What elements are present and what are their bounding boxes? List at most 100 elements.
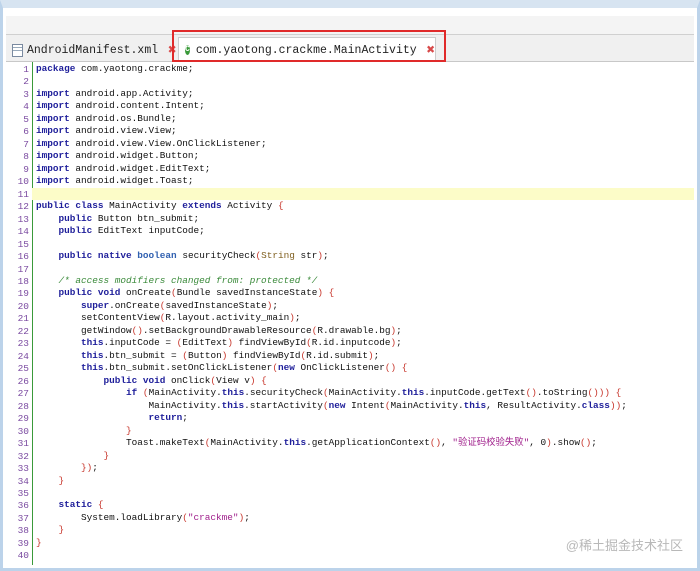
code-line: public Button btn_submit; [36,213,694,225]
code-line: static { [36,499,694,511]
code-token: import [36,175,70,187]
line-number: 17 [17,263,29,275]
code-token: { [97,499,104,511]
code-line: import android.widget.EditText; [36,163,694,175]
code-line: public void onClick(View v) { [36,375,694,387]
code-line: import android.content.Intent; [36,100,694,112]
line-number: 4 [23,101,29,113]
code-line: } [36,425,694,437]
code-token: import [36,125,70,137]
code-token: this [81,337,104,349]
line-number: 25 [17,363,29,375]
code-token: return [148,412,183,424]
code-token: public native [58,250,132,262]
code-token: EditText [182,337,228,349]
code-token: R.drawable.bg [317,324,391,336]
code-token: String [261,250,295,262]
line-number: 10 [17,176,29,188]
watermark: @稀土掘金技术社区 [565,538,683,553]
code-token: )) [609,399,622,411]
code-token: .inputCode.getText [424,387,526,399]
line-number: 19 [17,288,29,300]
code-token: ; [272,299,278,311]
code-token: android.content.Intent; [69,100,205,112]
line-number: 23 [17,338,29,350]
code-token: () [131,324,143,336]
code-token: if [126,387,138,399]
code-token: securityCheck [176,250,256,262]
tab-android-manifest[interactable]: AndroidManifest.xml ✖ [12,39,177,61]
code-token: EditText inputCode; [92,225,205,237]
code-token: .startActivity [244,399,323,411]
code-line: public void onCreate(Bundle savedInstanc… [36,287,694,299]
line-number: 9 [23,163,29,175]
code-token: getWindow [36,324,132,336]
code-token: .setBackgroundDrawableResource [142,324,312,336]
line-number: 1 [23,64,29,75]
code-token: ; [396,337,402,349]
code-token: this [81,349,104,361]
line-number: 15 [17,238,29,250]
code-token: () [579,437,592,449]
line-number: 36 [17,500,29,512]
line-number: 40 [17,550,29,562]
code-token: .securityCheck [244,387,323,399]
code-token: { [401,362,408,374]
line-number: 30 [17,425,29,437]
code-token: }) [81,462,93,474]
code-line: import android.app.Activity; [36,88,694,100]
code-token: .onCreate [109,299,160,311]
line-number: 22 [17,325,29,337]
code-line: import android.os.Bundle; [36,113,694,125]
line-number: 39 [17,537,29,549]
code-token: "crackme" [187,511,239,523]
code-token: ; [396,324,402,336]
code-token: .getApplicationContext [306,437,430,449]
code-line: import android.widget.Toast; [36,175,694,187]
code-token: import [36,87,70,99]
code-line [32,187,694,201]
code-token: public [58,212,93,224]
code-line: if (MainActivity.this.securityCheck(Main… [36,387,694,399]
code-token: , 0 [529,437,547,449]
line-number: 5 [23,113,29,125]
code-token: package [36,63,76,74]
code-token: , ResultActivity. [486,399,582,411]
code-token: R.layout.activity_main [165,312,290,324]
code-token: System.loadLibrary [36,511,183,523]
code-token: ())) [587,387,610,399]
code-token: str [294,250,318,262]
line-number-gutter: 1 2 3 4 5 6 7 8 9 10 11 12 13 14 15 16 17 18 19 20 21 22 23 24 2… [6,62,33,565]
code-token: android.widget.EditText; [69,162,211,174]
line-number: 7 [23,138,29,150]
code-token: import [36,112,70,124]
code-editor[interactable]: 1 2 3 4 5 6 7 8 9 10 11 12 13 14 15 16 17 18 19 20 21 22 23 24 2… [6,62,694,565]
code-token: .show [551,437,580,449]
code-token: public void [103,374,166,386]
code-token: .btn_submit = [103,349,183,361]
code-token: R.id.inputcode [311,337,391,349]
code-token: { [615,387,622,399]
code-token: ; [621,399,627,411]
code-token: super [81,299,110,311]
line-number: 28 [17,400,29,412]
code-token: ; [92,462,98,474]
code-token: public void [58,287,121,299]
line-number: 24 [17,350,29,362]
code-token: .toString [536,387,588,399]
code-token: setContentView [36,312,160,324]
code-token: android.view.View.OnClickListener; [69,137,267,149]
code-line: package com.yaotong.crackme; [36,63,694,75]
line-number: 20 [17,300,29,312]
code-line: getWindow().setBackgroundDrawableResourc… [36,325,694,337]
